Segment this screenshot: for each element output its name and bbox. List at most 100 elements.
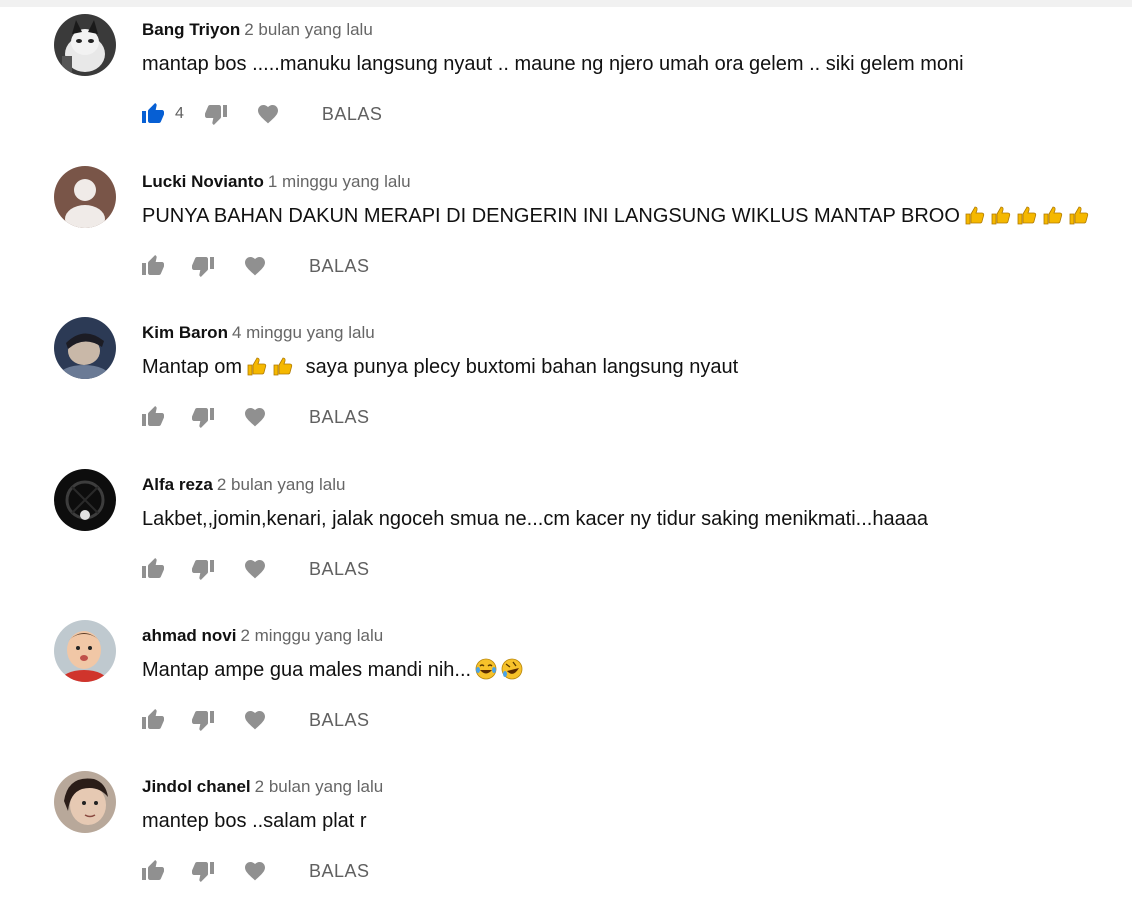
comment-timestamp[interactable]: 2 bulan yang lalu — [217, 475, 346, 494]
thumbs-up-emoji-icon — [1069, 206, 1089, 225]
comment-timestamp[interactable]: 2 bulan yang lalu — [244, 20, 373, 39]
comment-text-body: Mantap ampe gua males mandi nih... — [142, 659, 472, 681]
comment-actions: BALAS — [141, 858, 370, 884]
comment-item: Jindol chanel 2 bulan yang lalu mantep bo… — [0, 757, 1132, 900]
avatar[interactable] — [54, 469, 116, 531]
comment-text: Lakbet,,jomin,kenari, jalak ngoceh smua … — [142, 508, 928, 530]
thumbs-down-icon — [192, 862, 214, 882]
thumbs-down-icon — [192, 257, 214, 277]
dislike-button[interactable] — [191, 859, 215, 883]
reply-button[interactable]: BALAS — [309, 559, 370, 580]
like-button[interactable] — [141, 405, 165, 429]
thumbs-up-icon — [142, 709, 164, 729]
avatar[interactable] — [54, 166, 116, 228]
comment-timestamp[interactable]: 1 minggu yang lalu — [268, 172, 411, 191]
heart-icon — [257, 105, 278, 124]
thumbs-up-icon — [142, 103, 164, 123]
comment-text: Mantap ampe gua males mandi nih... — [142, 657, 523, 683]
comment-actions: BALAS — [141, 253, 370, 279]
rolling-laughing-emoji-icon — [501, 658, 523, 680]
thumbs-up-emoji-icon — [965, 206, 985, 225]
heart-icon — [245, 711, 265, 730]
comment-header: Bang Triyon 2 bulan yang lalu — [142, 19, 373, 41]
like-button[interactable] — [141, 708, 165, 732]
author-name[interactable]: Lucki Novianto — [142, 172, 264, 191]
avatar[interactable] — [54, 317, 116, 379]
like-button[interactable] — [141, 859, 165, 883]
author-name[interactable]: Bang Triyon — [142, 20, 240, 39]
comment-actions: BALAS — [141, 707, 370, 733]
heart-button[interactable] — [243, 254, 267, 278]
avatar[interactable] — [54, 14, 116, 76]
thumbs-down-icon — [192, 560, 214, 580]
comment-item: Kim Baron 4 minggu yang lalu Mantap om sa… — [0, 303, 1132, 453]
dislike-button[interactable] — [204, 102, 228, 126]
thumbs-down-icon — [204, 105, 227, 125]
avatar[interactable] — [54, 771, 116, 833]
comment-text: mantap bos .....manuku langsung nyaut ..… — [142, 53, 964, 75]
thumbs-up-emoji-icon — [991, 206, 1011, 225]
comment-header: Kim Baron 4 minggu yang lalu — [142, 322, 375, 344]
author-name[interactable]: Jindol chanel — [142, 777, 251, 796]
heart-button[interactable] — [243, 557, 267, 581]
comment-actions: 4 BALAS — [141, 101, 382, 127]
dislike-button[interactable] — [191, 708, 215, 732]
like-button[interactable] — [141, 102, 165, 126]
heart-button[interactable] — [256, 102, 280, 126]
author-name[interactable]: Kim Baron — [142, 323, 228, 342]
heart-icon — [245, 257, 265, 276]
comment-header: ahmad novi 2 minggu yang lalu — [142, 625, 383, 647]
reply-button[interactable]: BALAS — [309, 861, 370, 882]
comment-header: Lucki Novianto 1 minggu yang lalu — [142, 171, 411, 193]
thumbs-up-emoji-icon — [273, 357, 293, 376]
avatar[interactable] — [54, 620, 116, 682]
comment-item: Bang Triyon 2 bulan yang lalu mantap bos … — [0, 0, 1132, 150]
like-button[interactable] — [141, 557, 165, 581]
reply-button[interactable]: BALAS — [309, 407, 370, 428]
comment-text: Mantap om saya punya plecy buxtomi bahan… — [142, 354, 738, 380]
dislike-button[interactable] — [191, 405, 215, 429]
avatar-cat-image — [54, 14, 116, 76]
reply-button[interactable]: BALAS — [322, 104, 383, 125]
author-name[interactable]: ahmad novi — [142, 626, 236, 645]
thumbs-up-icon — [142, 860, 164, 880]
comment-text-body: saya punya plecy buxtomi bahan langsung … — [305, 356, 739, 378]
heart-button[interactable] — [243, 708, 267, 732]
thumbs-up-emoji-icon — [1043, 206, 1063, 225]
heart-button[interactable] — [243, 859, 267, 883]
comment-item: Lucki Novianto 1 minggu yang lalu PUNYA B… — [0, 152, 1132, 302]
comment-item: ahmad novi 2 minggu yang lalu Mantap ampe… — [0, 606, 1132, 756]
comment-header: Alfa reza 2 bulan yang lalu — [142, 474, 345, 496]
reply-button[interactable]: BALAS — [309, 710, 370, 731]
reply-button[interactable]: BALAS — [309, 256, 370, 277]
comment-text: mantep bos ..salam plat r — [142, 810, 367, 832]
thumbs-up-icon — [142, 255, 164, 275]
heart-button[interactable] — [243, 405, 267, 429]
thumbs-down-icon — [192, 711, 214, 731]
like-count: 4 — [175, 105, 184, 122]
author-name[interactable]: Alfa reza — [142, 475, 213, 494]
default-avatar-image — [54, 166, 116, 228]
dislike-button[interactable] — [191, 557, 215, 581]
comment-text-start: Mantap om — [142, 356, 243, 378]
comment-actions: BALAS — [141, 556, 370, 582]
thumbs-up-emoji-icon — [1017, 206, 1037, 225]
tears-of-joy-emoji-icon — [475, 658, 497, 680]
avatar-child-image — [54, 620, 116, 682]
comment-item: Alfa reza 2 bulan yang lalu Lakbet,,jomin… — [0, 455, 1132, 605]
avatar-dark-image — [54, 469, 116, 531]
thumbs-up-icon — [142, 558, 164, 578]
comment-timestamp[interactable]: 2 minggu yang lalu — [240, 626, 383, 645]
comment-timestamp[interactable]: 4 minggu yang lalu — [232, 323, 375, 342]
comment-timestamp[interactable]: 2 bulan yang lalu — [255, 777, 384, 796]
thumbs-up-emoji-icon — [247, 357, 267, 376]
avatar-photo-image — [54, 317, 116, 379]
heart-icon — [245, 862, 265, 881]
heart-icon — [245, 408, 265, 427]
dislike-button[interactable] — [191, 254, 215, 278]
comment-header: Jindol chanel 2 bulan yang lalu — [142, 776, 383, 798]
comment-actions: BALAS — [141, 404, 370, 430]
thumbs-up-icon — [142, 406, 164, 426]
comment-text-body: PUNYA BAHAN DAKUN MERAPI DI DENGERIN INI… — [142, 205, 960, 227]
like-button[interactable] — [141, 254, 165, 278]
